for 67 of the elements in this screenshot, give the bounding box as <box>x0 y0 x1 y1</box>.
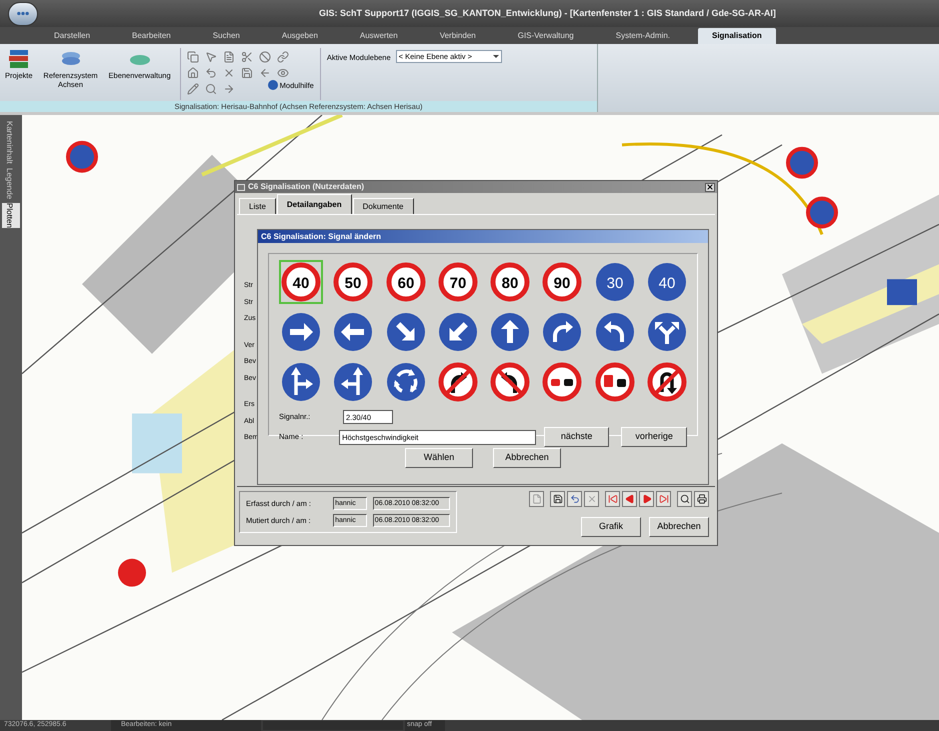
house-icon[interactable] <box>186 66 200 79</box>
select-button[interactable]: Wählen <box>405 448 473 468</box>
sign-button[interactable] <box>488 360 532 404</box>
next-button[interactable]: nächste <box>544 427 610 447</box>
sign-button[interactable]: 90 <box>540 260 584 304</box>
undo-icon[interactable] <box>567 491 582 507</box>
sign-button[interactable] <box>436 360 480 404</box>
ribbon-tab[interactable]: GIS-Verwaltung <box>504 28 588 44</box>
close-button[interactable] <box>705 182 715 192</box>
preview-icon[interactable] <box>677 491 692 507</box>
sign-button[interactable]: 50 <box>331 260 376 304</box>
sign-button[interactable] <box>644 360 689 404</box>
previous-record-icon[interactable] <box>622 491 637 507</box>
link-icon[interactable] <box>276 50 290 63</box>
last-record-icon[interactable] <box>656 491 671 507</box>
copy-icon[interactable] <box>186 50 200 63</box>
ribbon-tab[interactable]: Signalisation <box>698 28 776 44</box>
side-tab[interactable]: Karteninhalt <box>2 121 20 164</box>
ribbon-tab[interactable]: Auswerten <box>346 28 412 44</box>
first-record-icon[interactable] <box>605 491 620 507</box>
ribbon-tab[interactable]: Bearbeiten <box>118 28 185 44</box>
document-icon[interactable] <box>222 50 236 63</box>
eye-icon[interactable] <box>276 66 290 79</box>
dialog-tab[interactable]: Dokumente <box>352 198 414 214</box>
dialog-title: C6 Signalisation (Nutzerdaten) <box>248 181 366 193</box>
floppy-icon[interactable] <box>550 491 565 507</box>
window-title: GIS: SchT Support17 (IGGIS_SG_KANTON_Entwicklung) - [Kartenfenster 1 : GIS Standard / Gde-SG-AR-AI] <box>318 6 777 20</box>
sign-button[interactable] <box>488 310 532 354</box>
sign-button[interactable]: 40 <box>279 260 323 304</box>
magnifier-icon[interactable] <box>204 82 218 95</box>
cancel-button[interactable]: Abbrechen <box>493 448 561 468</box>
sign-button[interactable] <box>279 310 323 354</box>
ribbon-tab[interactable]: Darstellen <box>40 28 104 44</box>
side-tab[interactable]: Legende <box>2 168 20 199</box>
scissors-icon[interactable] <box>240 50 254 63</box>
ribbon-tab[interactable]: Ausgeben <box>268 28 332 44</box>
dialog-tab[interactable]: Liste <box>239 198 276 214</box>
ribbon-tab[interactable]: Verbinden <box>426 28 490 44</box>
cross-icon[interactable] <box>584 491 599 507</box>
application-button[interactable] <box>8 2 38 26</box>
undo-icon[interactable] <box>204 66 218 79</box>
dots-icon <box>16 11 30 16</box>
sign-button[interactable] <box>540 360 584 404</box>
prohibition-icon[interactable] <box>258 50 272 63</box>
pencil-icon[interactable] <box>186 82 200 95</box>
printer-icon[interactable] <box>694 491 709 507</box>
graphics-button[interactable]: Grafik <box>581 517 641 537</box>
arrow-right-icon[interactable] <box>222 82 236 95</box>
side-tab[interactable]: Plotten <box>2 202 20 228</box>
ribbon-tab[interactable]: Suchen <box>198 28 254 44</box>
next-record-icon[interactable] <box>639 491 654 507</box>
sign-button[interactable]: 70 <box>436 260 480 304</box>
page-icon[interactable] <box>529 491 544 507</box>
sign-button[interactable]: 60 <box>384 260 428 304</box>
signal-dialog-title: C6 Signalisation: Signal ändern <box>258 230 708 243</box>
caret-icon <box>492 55 499 58</box>
sign-button[interactable]: 80 <box>488 260 532 304</box>
dialog-tab[interactable]: Detailangaben <box>276 194 352 214</box>
window-icon <box>237 184 245 190</box>
sign-button[interactable] <box>279 360 323 404</box>
sign-button[interactable] <box>592 360 636 404</box>
previous-button[interactable]: vorherige <box>621 427 687 447</box>
books-icon <box>6 48 31 70</box>
arrow-left-icon[interactable] <box>258 66 272 79</box>
ribbon-tab[interactable]: System-Admin. <box>602 28 684 44</box>
pointer-icon[interactable] <box>204 50 218 63</box>
cancel-button[interactable]: Abbrechen <box>649 517 709 537</box>
